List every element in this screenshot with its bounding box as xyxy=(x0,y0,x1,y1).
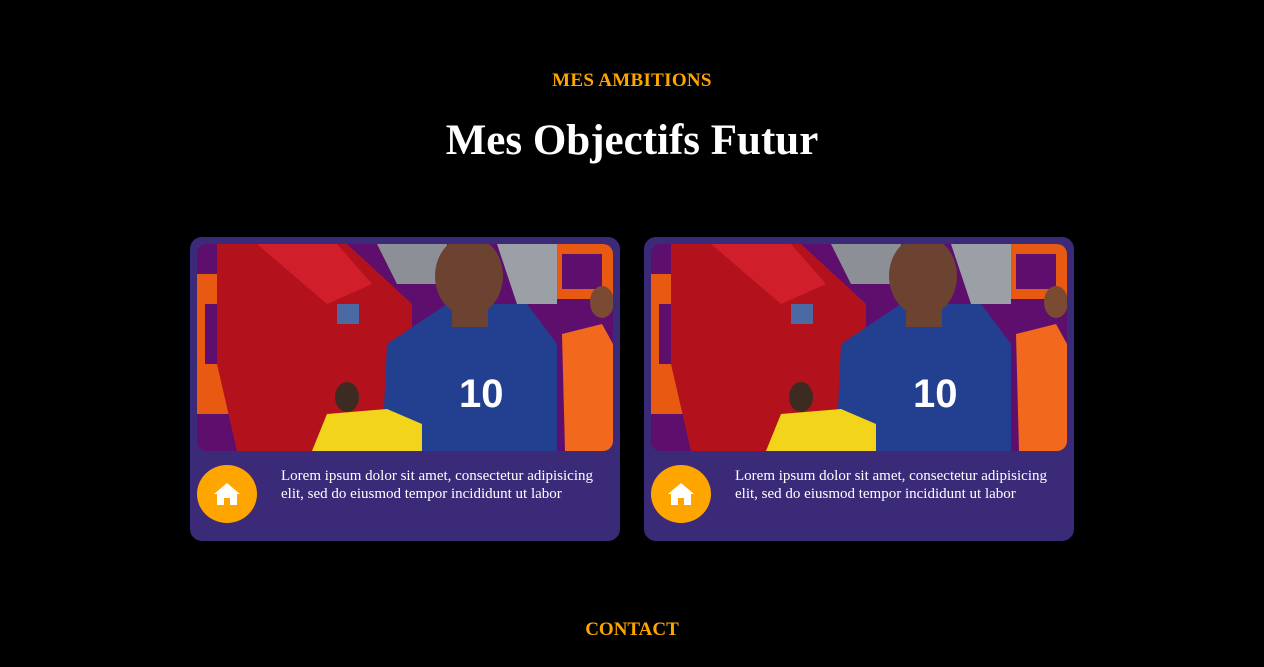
home-button[interactable] xyxy=(197,465,257,523)
objectives-section: MES AMBITIONS Mes Objectifs Futur 10 Lor… xyxy=(0,0,1264,667)
objective-card: 10 Lorem ipsum dolor sit amet, consectet… xyxy=(190,237,620,541)
jersey-number: 10 xyxy=(459,372,504,416)
card-footer: Lorem ipsum dolor sit amet, consectetur … xyxy=(651,464,1067,524)
card-description: Lorem ipsum dolor sit amet, consectetur … xyxy=(281,468,594,502)
section-eyebrow: MES AMBITIONS xyxy=(552,70,712,91)
card-footer: Lorem ipsum dolor sit amet, consectetur … xyxy=(197,464,613,524)
card-description: Lorem ipsum dolor sit amet, consectetur … xyxy=(735,468,1048,502)
contact-heading: CONTACT xyxy=(585,619,679,640)
home-button[interactable] xyxy=(651,465,711,523)
objective-card: 10 Lorem ipsum dolor sit amet, consectet… xyxy=(644,237,1074,541)
section-title: Mes Objectifs Futur xyxy=(445,117,819,164)
home-icon xyxy=(668,483,694,505)
home-icon xyxy=(214,483,240,505)
card-image: 10 xyxy=(197,244,613,451)
card-image: 10 xyxy=(651,244,1067,451)
jersey-number: 10 xyxy=(913,372,958,416)
